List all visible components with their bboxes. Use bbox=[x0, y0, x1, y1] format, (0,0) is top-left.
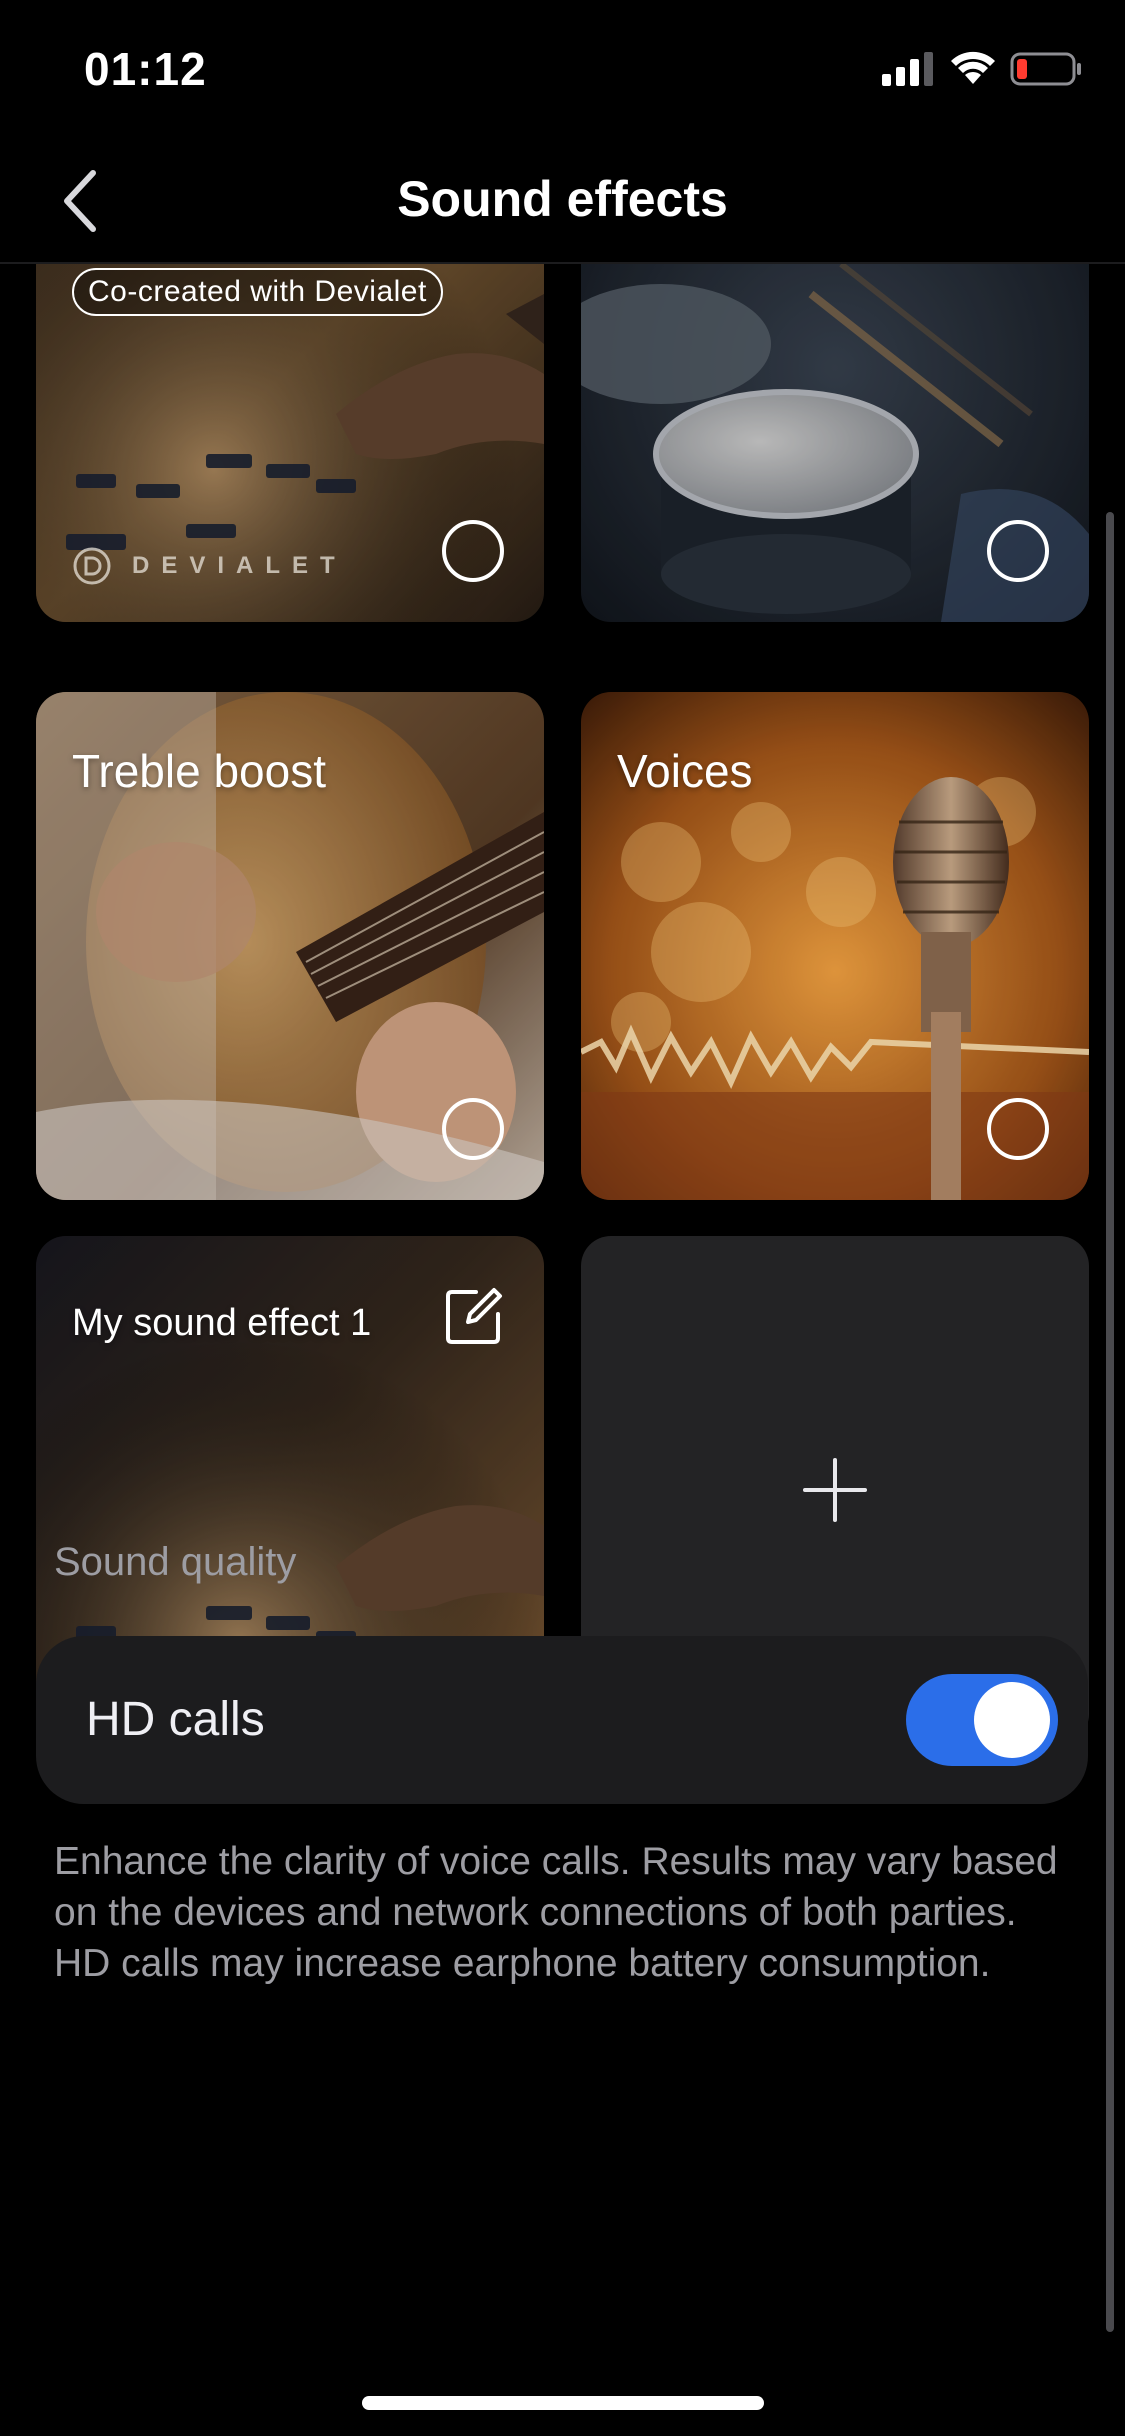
hd-calls-description: Enhance the clarity of voice calls. Resu… bbox=[54, 1840, 1058, 1985]
card-title: Voices bbox=[617, 745, 753, 797]
select-radio[interactable] bbox=[987, 1098, 1049, 1160]
hd-calls-row[interactable]: HD calls bbox=[36, 1636, 1088, 1804]
plus-icon bbox=[803, 1458, 867, 1522]
toggle-knob bbox=[974, 1682, 1050, 1758]
card-title: Treble boost bbox=[72, 745, 326, 797]
navigation-bar: Sound effects bbox=[0, 140, 1125, 264]
sound-quality-section-label: Sound quality bbox=[54, 1540, 297, 1584]
sound-effect-card-drums[interactable] bbox=[581, 264, 1089, 622]
home-indicator[interactable] bbox=[362, 2396, 764, 2410]
select-radio[interactable] bbox=[442, 1098, 504, 1160]
sound-effect-card-treble-boost[interactable]: Treble boost bbox=[36, 692, 544, 1200]
edit-icon[interactable] bbox=[442, 1286, 504, 1348]
wifi-icon bbox=[951, 51, 995, 84]
sound-effects-list: Co-created with Devialet DEVIALET Treble… bbox=[0, 264, 1125, 2364]
hd-calls-label: HD calls bbox=[86, 1693, 265, 1746]
scroll-indicator[interactable] bbox=[1106, 512, 1114, 2332]
select-radio[interactable] bbox=[442, 520, 504, 582]
battery-icon bbox=[1010, 52, 1081, 86]
devialet-logo-icon bbox=[73, 547, 111, 585]
page-title: Sound effects bbox=[397, 171, 728, 227]
select-radio[interactable] bbox=[987, 520, 1049, 582]
sound-effect-card-devialet[interactable]: Co-created with Devialet DEVIALET bbox=[36, 264, 544, 622]
card-title: My sound effect 1 bbox=[72, 1302, 372, 1344]
cellular-signal-icon bbox=[882, 52, 933, 86]
status-bar: 01:12 bbox=[0, 0, 1125, 140]
hd-calls-toggle[interactable] bbox=[906, 1674, 1058, 1766]
devialet-logo: DEVIALET bbox=[72, 546, 347, 586]
co-created-badge: Co-created with Devialet bbox=[72, 268, 443, 316]
sound-effect-card-voices[interactable]: Voices bbox=[581, 692, 1089, 1200]
devialet-wordmark: DEVIALET bbox=[132, 552, 347, 579]
status-time: 01:12 bbox=[84, 43, 207, 95]
